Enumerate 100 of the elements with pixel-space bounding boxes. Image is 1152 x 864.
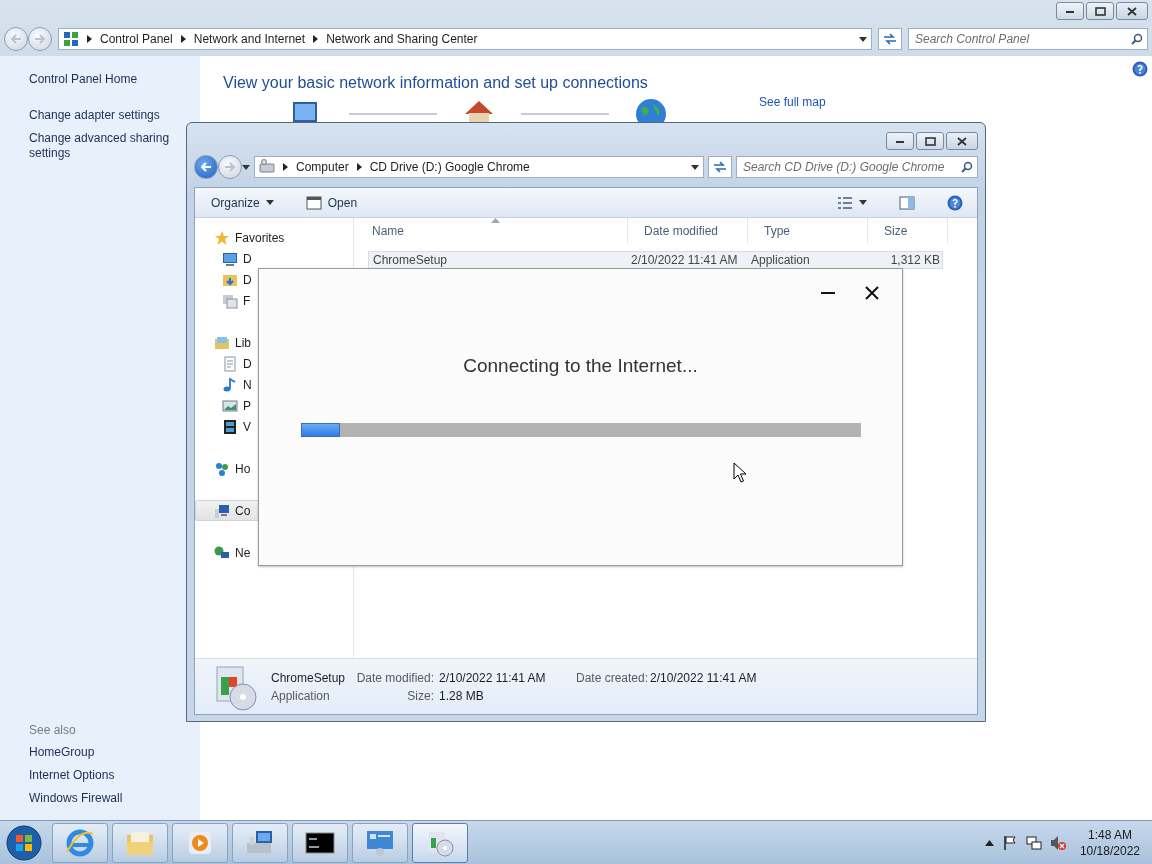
monitor-icon [222,250,238,267]
terminal-icon [305,831,335,854]
browser-icon [65,827,95,858]
refresh-icon [883,33,897,45]
minimize-button[interactable] [1056,2,1084,20]
cursor-icon [733,462,747,483]
star-icon [214,229,230,246]
sidebar-link[interactable]: Change adapter settings [29,108,179,123]
address-bar[interactable]: Computer CD Drive (D:) Google Chrome [254,156,704,178]
window-icon [305,194,322,211]
column-header[interactable]: Date modified [628,218,748,243]
search-field[interactable]: Search CD Drive (D:) Google Chrome [736,156,978,178]
music-note-icon [222,376,238,393]
play-icon [187,829,213,856]
forward-button[interactable] [28,27,52,51]
status-message: Connecting to the Internet... [463,355,698,377]
breadcrumb-item[interactable]: Network and Sharing Center [326,32,478,46]
back-arrow-icon [200,162,212,172]
forward-arrow-icon [34,34,46,44]
refresh-button[interactable] [878,28,902,50]
file-name: ChromeSetup [271,670,347,685]
chevron-icon [283,163,288,171]
close-button[interactable] [946,132,978,150]
control-panel-icon [365,828,395,857]
detail-value: 2/10/2022 11:41 AM [650,670,757,685]
help-icon [947,194,963,211]
sidebar-link[interactable]: Change advanced sharing settings [29,131,179,161]
forward-button[interactable] [218,155,242,179]
see-also-link[interactable]: Internet Options [29,768,179,783]
close-button[interactable] [1116,2,1148,20]
column-header[interactable]: Name [356,218,628,243]
clock[interactable]: 1:48 AM 10/18/2022 [1079,826,1140,859]
caret-icon [265,200,274,205]
back-button[interactable] [194,155,218,179]
see-also-link[interactable]: HomeGroup [29,745,179,760]
document-icon [222,355,238,372]
close-icon [1127,6,1137,16]
breadcrumb-item[interactable]: Network and Internet [193,32,306,46]
open-button[interactable]: Open [299,191,364,214]
breadcrumb-item[interactable]: CD Drive (D:) Google Chrome [369,160,530,174]
sort-arrow-icon [491,218,500,223]
maximize-icon [1094,6,1106,16]
caret-icon [242,164,250,170]
table-cell-text: 1,312 KB [889,253,941,267]
drive-icon [259,159,275,175]
nav-item[interactable]: D [195,248,349,269]
back-button[interactable] [4,27,28,51]
see-also-link[interactable]: Windows Firewall [29,791,179,806]
windows-orb-icon [6,824,42,861]
file-row[interactable]: ChromeSetup 2/10/2022 11:41 AM Application 1,312 KB [368,251,943,269]
search-icon [1131,33,1143,45]
forward-arrow-icon [224,162,236,172]
detail-value: 1.28 MB [439,688,485,703]
taskbar-button[interactable] [292,822,348,863]
page-heading: View your basic network information and set up connections [223,74,649,92]
speaker-muted-icon [1049,834,1066,851]
help-icon [1132,61,1148,77]
flag-icon [1001,834,1018,851]
pane-icon [899,194,915,211]
detail-value: 2/10/2022 11:41 AM [439,670,547,685]
homegroup-icon [214,460,230,477]
image-icon [222,397,238,414]
search-field[interactable]: Search Control Panel [908,28,1148,50]
address-bar[interactable]: Control Panel Network and Internet Network and Sharing Center [58,28,872,50]
maximize-icon [924,136,936,146]
chevron-icon [87,35,92,43]
table-cell-text: 2/10/2022 11:41 AM [630,253,739,267]
search-icon [961,161,973,173]
chevron-icon [313,35,319,43]
detail-label: Date created: [576,670,645,685]
sidebar-link[interactable]: Control Panel Home [29,72,179,87]
column-header[interactable]: Size [868,218,948,243]
breadcrumb-item[interactable]: Control Panel [100,32,173,46]
chevron-up-icon [984,839,994,846]
maximize-button[interactable] [1086,2,1114,20]
close-icon [865,286,879,300]
chevron-icon [180,35,186,43]
close-icon [957,136,967,146]
minimize-icon [1065,8,1075,14]
film-icon [222,418,238,435]
see-full-map-link[interactable]: See full map [759,95,826,109]
breadcrumb-item[interactable]: Computer [296,160,349,174]
see-also-heading: See also [29,723,77,737]
places-icon [222,292,238,309]
network-icon [214,544,230,561]
refresh-button[interactable] [708,156,732,178]
caret-icon [859,36,867,42]
minimize-button[interactable] [886,132,914,150]
nav-item[interactable]: Favorites [195,227,349,248]
library-icon [214,334,230,351]
column-header[interactable]: Type [748,218,868,243]
minimize-icon [821,291,835,295]
caret-icon [859,200,867,205]
table-cell-text: ChromeSetup [372,253,449,267]
table-cell-text: Application [750,253,811,267]
maximize-button[interactable] [916,132,944,150]
organize-menu[interactable]: Organize [205,192,280,213]
chevron-icon [356,163,362,171]
control-panel-icon [63,31,79,47]
minimize-icon [895,138,905,144]
